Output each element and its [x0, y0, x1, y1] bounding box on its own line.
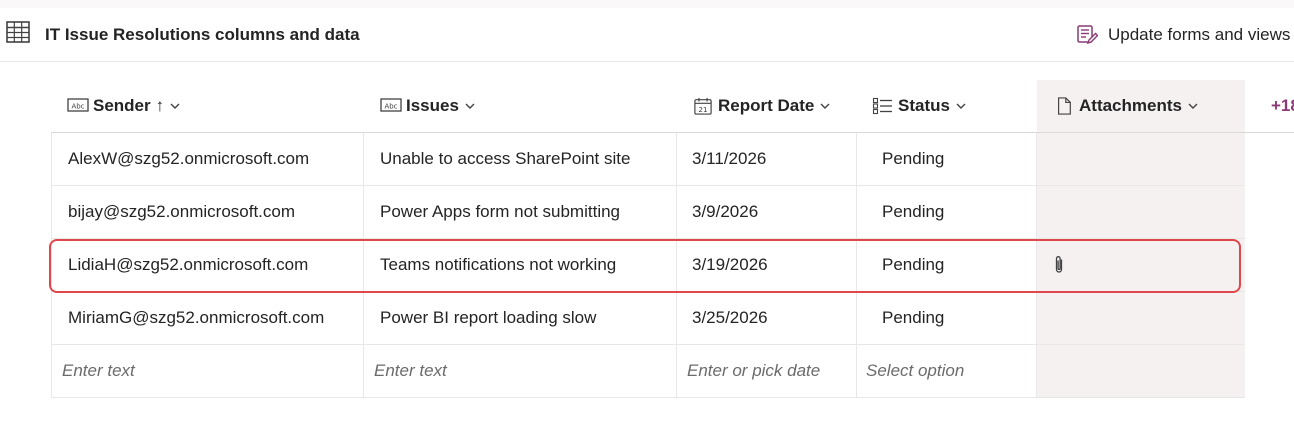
- sender-cell[interactable]: AlexW@szg52.onmicrosoft.com: [51, 133, 364, 185]
- sender-cell[interactable]: bijay@szg52.onmicrosoft.com: [51, 186, 364, 238]
- report-date-cell[interactable]: 3/25/2026: [677, 292, 857, 344]
- chevron-down-icon: [465, 103, 475, 109]
- data-grid: Abc Sender ↑ Abc Issues 21 Report Date S…: [51, 80, 1294, 398]
- report-date-input[interactable]: Enter or pick date: [677, 345, 857, 397]
- column-header-label: Sender: [93, 96, 151, 115]
- text-field-icon: Abc: [67, 98, 89, 112]
- status-cell[interactable]: Pending: [857, 292, 1037, 344]
- table-row[interactable]: bijay@szg52.onmicrosoft.com Power Apps f…: [51, 186, 1245, 239]
- attachments-cell[interactable]: [1037, 239, 1245, 291]
- report-date-cell[interactable]: 3/11/2026: [677, 133, 857, 185]
- more-columns-button[interactable]: +18: [1271, 80, 1294, 132]
- choice-list-icon: [872, 97, 892, 115]
- section-title: IT Issue Resolutions columns and data: [45, 25, 360, 44]
- column-header-report-date[interactable]: 21 Report Date: [692, 80, 830, 132]
- svg-text:21: 21: [698, 105, 707, 114]
- column-header-sender[interactable]: Abc Sender ↑: [67, 80, 180, 132]
- status-cell[interactable]: Pending: [857, 186, 1037, 238]
- table-icon: [6, 21, 30, 43]
- new-row[interactable]: Enter text Enter text Enter or pick date…: [51, 345, 1245, 398]
- update-forms-views-label: Update forms and views: [1108, 25, 1291, 44]
- status-select[interactable]: Select option: [857, 345, 1037, 397]
- issues-cell[interactable]: Teams notifications not working: [364, 239, 677, 291]
- status-cell[interactable]: Pending: [857, 133, 1037, 185]
- document-icon: [1058, 97, 1071, 115]
- column-header-issues[interactable]: Abc Issues: [380, 80, 475, 132]
- column-header-status[interactable]: Status: [872, 80, 966, 132]
- section-header: IT Issue Resolutions columns and data Up…: [0, 8, 1294, 62]
- svg-text:Abc: Abc: [71, 103, 84, 111]
- attachments-input[interactable]: [1037, 345, 1245, 397]
- issues-cell[interactable]: Power Apps form not submitting: [364, 186, 677, 238]
- chevron-down-icon: [956, 103, 966, 109]
- status-cell[interactable]: Pending: [857, 239, 1037, 291]
- sort-ascending-icon: ↑: [155, 96, 165, 115]
- column-header-label: Issues: [406, 96, 459, 115]
- chevron-down-icon: [170, 103, 180, 109]
- chevron-down-icon: [820, 103, 830, 109]
- sender-cell[interactable]: LidiaH@szg52.onmicrosoft.com: [51, 239, 364, 291]
- form-edit-icon: [1077, 25, 1098, 45]
- attachments-cell[interactable]: [1037, 292, 1245, 344]
- chevron-down-icon: [1188, 103, 1198, 109]
- calendar-icon: 21: [694, 97, 712, 115]
- issues-cell[interactable]: Unable to access SharePoint site: [364, 133, 677, 185]
- sender-input[interactable]: Enter text: [51, 345, 364, 397]
- text-field-icon: Abc: [380, 98, 402, 112]
- column-header-label: Attachments: [1079, 96, 1182, 115]
- table-row[interactable]: AlexW@szg52.onmicrosoft.com Unable to ac…: [51, 133, 1245, 186]
- column-header-row: Abc Sender ↑ Abc Issues 21 Report Date S…: [51, 80, 1294, 133]
- report-date-cell[interactable]: 3/19/2026: [677, 239, 857, 291]
- table-row[interactable]: LidiaH@szg52.onmicrosoft.com Teams notif…: [51, 239, 1245, 292]
- table-row[interactable]: MiriamG@szg52.onmicrosoft.com Power BI r…: [51, 292, 1245, 345]
- top-strip: [0, 0, 1294, 8]
- column-header-label: Report Date: [718, 96, 815, 115]
- report-date-cell[interactable]: 3/9/2026: [677, 186, 857, 238]
- svg-text:Abc: Abc: [384, 103, 397, 111]
- attachments-cell[interactable]: [1037, 133, 1245, 185]
- update-forms-views-button[interactable]: Update forms and views: [1076, 18, 1290, 52]
- column-header-attachments[interactable]: Attachments: [1053, 80, 1198, 132]
- column-header-label: Status: [898, 96, 950, 115]
- issues-input[interactable]: Enter text: [364, 345, 677, 397]
- paperclip-icon[interactable]: [1053, 255, 1065, 275]
- attachments-cell[interactable]: [1037, 186, 1245, 238]
- sender-cell[interactable]: MiriamG@szg52.onmicrosoft.com: [51, 292, 364, 344]
- issues-cell[interactable]: Power BI report loading slow: [364, 292, 677, 344]
